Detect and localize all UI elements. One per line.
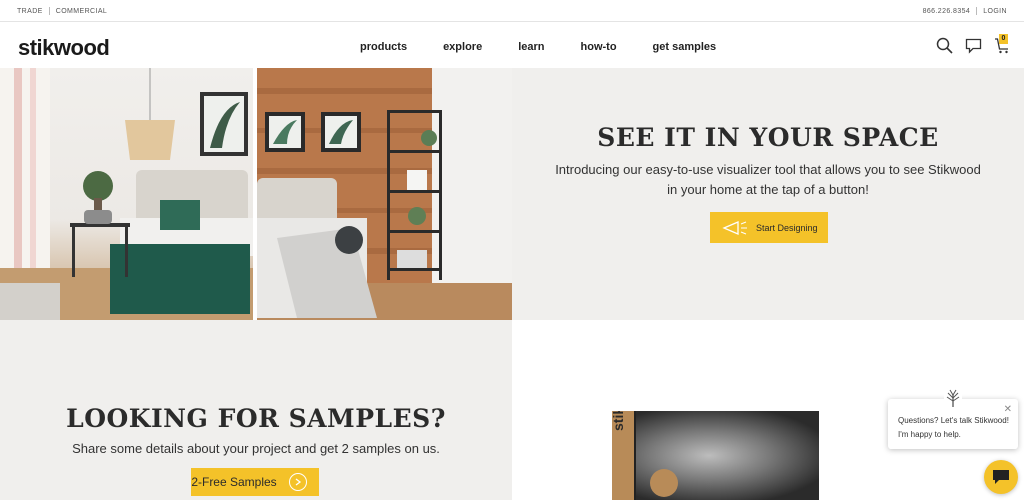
box-logo-mark [650,469,678,497]
separator [976,7,978,15]
samples-description: Share some details about your project an… [72,441,440,456]
chat-launcher-button[interactable] [984,460,1018,494]
free-samples-button[interactable]: 2-Free Samples [191,468,319,496]
start-designing-button[interactable]: Start Designing [710,212,828,243]
visualizer-title: SEE IT IN YOUR SPACE [597,123,939,152]
visualizer-promo: SEE IT IN YOUR SPACE Introducing our eas… [512,68,1024,320]
box-spine: stikwoo [612,411,634,500]
site-header: stikwood products explore learn how-to g… [0,22,1024,68]
hero-image [0,68,512,320]
nav-explore[interactable]: explore [443,41,482,53]
samples-promo: LOOKING FOR SAMPLES? Share some details … [0,320,512,500]
box-brand-text: stikwoo [612,411,626,431]
visualizer-description: Introducing our easy-to-use visualizer t… [555,162,981,197]
sample-box-image: stikwoo [612,411,819,500]
nav-how-to[interactable]: how-to [581,41,617,53]
cart-icon[interactable]: 0 [994,34,1010,59]
free-samples-label: 2-Free Samples [191,475,277,489]
close-icon[interactable]: ✕ [1004,404,1012,415]
megaphone-icon [722,220,747,235]
samples-title: LOOKING FOR SAMPLES? [66,404,446,433]
separator [48,7,50,15]
utility-links-right: 866.226.8354 LOGIN [923,7,1007,15]
chat-message-line2: I'm happy to help. [898,430,961,439]
main-nav: products explore learn how-to get sample… [360,41,752,53]
logo[interactable]: stikwood [18,35,110,61]
trade-link[interactable]: TRADE [17,8,43,15]
search-icon[interactable] [936,37,953,59]
chat-bubble-icon[interactable] [965,37,982,59]
tree-avatar-icon [944,388,962,408]
header-icons: 0 [924,34,1010,59]
nav-get-samples[interactable]: get samples [653,41,717,53]
chat-icon [993,470,1009,484]
nav-learn[interactable]: learn [518,41,544,53]
arrow-right-icon [288,473,307,491]
nav-products[interactable]: products [360,41,407,53]
chat-message-line1: Questions? Let's talk Stikwood! [898,416,1009,425]
start-designing-label: Start Designing [756,222,818,233]
bedroom-photo-after [257,68,512,320]
cart-count-badge: 0 [999,34,1008,44]
login-link[interactable]: LOGIN [983,8,1007,15]
utility-bar: TRADE COMMERCIAL 866.226.8354 LOGIN [0,0,1024,22]
utility-links-left: TRADE COMMERCIAL [17,7,107,15]
commercial-link[interactable]: COMMERCIAL [56,8,107,15]
phone-link[interactable]: 866.226.8354 [923,8,971,15]
bedroom-photo-before [0,68,253,320]
